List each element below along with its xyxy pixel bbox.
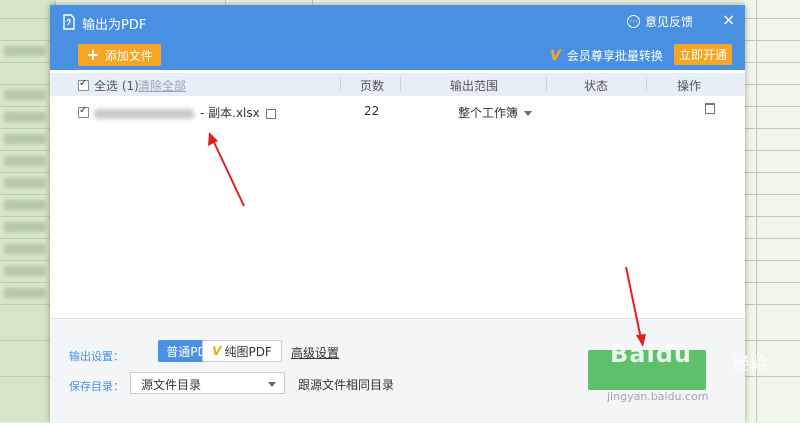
blurred-cell xyxy=(4,288,46,298)
table-row: - 副本.xlsx 22 整个工作簿 xyxy=(50,99,745,123)
blurred-cell xyxy=(4,244,46,254)
pdf-document-icon xyxy=(63,14,75,30)
plus-icon: + xyxy=(86,45,100,64)
checkbox-checked-icon xyxy=(78,105,89,118)
blurred-cell xyxy=(4,134,46,144)
blurred-cell xyxy=(4,112,46,122)
close-icon[interactable]: × xyxy=(722,10,735,29)
save-dir-select[interactable]: 源文件目录 xyxy=(130,372,285,394)
clear-all-link[interactable]: 清除全部 xyxy=(138,77,186,94)
file-pages: 22 xyxy=(364,104,380,118)
save-dir-value: 源文件目录 xyxy=(141,378,202,392)
output-settings-label: 输出设置： xyxy=(69,350,124,363)
column-divider xyxy=(646,77,647,91)
vip-batch-promo: V 会员尊享批量转换 xyxy=(550,47,663,64)
chat-bubble-icon: ··· xyxy=(627,15,640,28)
vip-crown-icon: V xyxy=(550,47,561,64)
column-divider xyxy=(340,77,341,91)
blurred-cell xyxy=(4,90,46,100)
select-all-checkbox[interactable] xyxy=(78,78,89,92)
blurred-cell xyxy=(4,266,46,276)
add-file-label: 添加文件 xyxy=(104,48,153,63)
output-range-value: 整个工作簿 xyxy=(458,106,519,120)
image-pdf-button[interactable]: V 纯图PDF xyxy=(202,340,282,362)
advanced-settings-link[interactable]: 高级设置 xyxy=(291,344,339,361)
column-header-action: 操作 xyxy=(677,79,702,93)
annotation-arrow xyxy=(625,266,646,347)
column-divider xyxy=(546,77,547,91)
image-pdf-label: 纯图PDF xyxy=(224,344,272,359)
watermark-url: jingyan.baidu.com xyxy=(607,390,709,403)
file-name-suffix: - 副本.xlsx xyxy=(200,106,260,120)
row-checkbox[interactable] xyxy=(78,105,89,119)
blurred-cell xyxy=(4,222,46,232)
file-table-header: 全选 (1) 清除全部 页数 输出范围 状态 操作 xyxy=(50,73,745,96)
vip-crown-icon: V xyxy=(212,344,222,358)
blurred-cell xyxy=(4,46,46,56)
column-header-range: 输出范围 xyxy=(450,79,499,93)
select-all-label: 全选 (1) xyxy=(94,79,139,93)
file-name: - 副本.xlsx xyxy=(94,104,276,121)
feedback-link[interactable]: ··· 意见反馈 xyxy=(627,13,693,30)
blurred-cell xyxy=(4,156,46,166)
dialog-title: 输出为PDF xyxy=(82,18,147,33)
output-range-dropdown[interactable]: 整个工作簿 xyxy=(458,104,533,121)
checkbox-checked-icon xyxy=(78,78,89,91)
dialog-titlebar: 输出为PDF ··· 意见反馈 × + 添加文件 V 会员尊享批量转换 立即开通 xyxy=(50,5,745,70)
blurred-filename xyxy=(94,108,194,119)
annotation-arrow xyxy=(208,132,245,207)
same-dir-label: 跟源文件相同目录 xyxy=(298,378,395,392)
column-divider xyxy=(400,77,401,91)
edit-icon[interactable] xyxy=(265,108,276,119)
blurred-cell xyxy=(4,200,46,210)
row-header-column xyxy=(0,0,55,422)
chevron-down-icon xyxy=(268,382,276,387)
open-vip-button[interactable]: 立即开通 xyxy=(674,44,732,65)
column-header-status: 状态 xyxy=(584,79,609,93)
blurred-cell xyxy=(4,178,46,188)
trash-icon[interactable] xyxy=(705,103,715,114)
save-dir-label: 保存目录： xyxy=(69,380,124,393)
feedback-label: 意见反馈 xyxy=(645,15,694,29)
jingyan-watermark: 经验 xyxy=(732,354,768,375)
add-file-button[interactable]: + 添加文件 xyxy=(78,44,161,66)
vip-promo-text: 会员尊享批量转换 xyxy=(566,49,663,63)
column-header-pages: 页数 xyxy=(360,79,385,93)
chevron-down-icon xyxy=(524,111,533,116)
